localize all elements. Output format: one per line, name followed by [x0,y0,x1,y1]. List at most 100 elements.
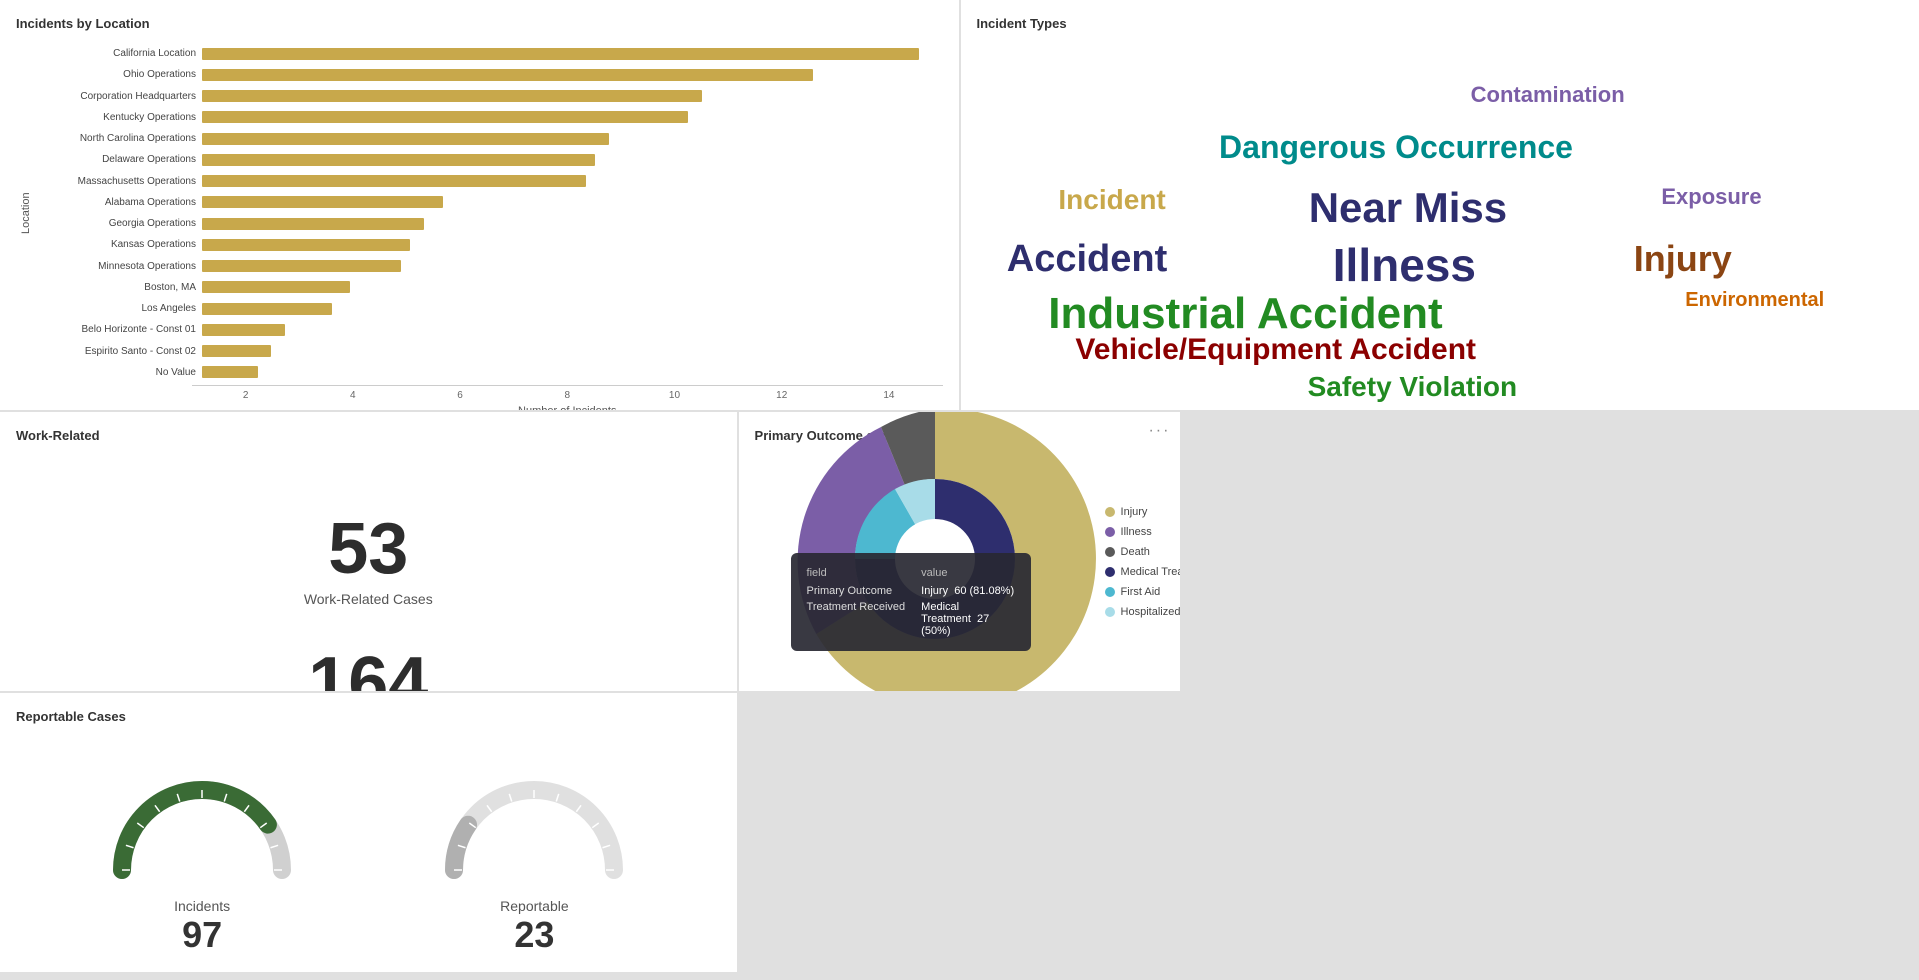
bar-row: Delaware Operations [32,151,943,168]
bottom-row: Reportable Cases [0,412,1919,972]
incidents-gauge-svg [102,760,302,890]
bar-fill [202,260,401,272]
word-cloud-word: Vehicle/Equipment Accident [1075,333,1476,367]
y-axis-label: Location [16,45,32,381]
bar-row: Georgia Operations [32,215,943,232]
word-cloud-word: Safety Violation [1308,371,1518,403]
x-tick: 2 [192,390,299,401]
bar-label: Massachusetts Operations [32,176,202,187]
work-related-cases-block: 53 Work-Related Cases [16,453,721,627]
x-axis-label: Number of Incidents [192,405,943,410]
bar-label: Minnesota Operations [32,261,202,272]
incidents-gauge-wrapper: Incidents 97 [92,760,312,956]
bar-fill [202,48,919,60]
word-cloud-word: Exposure [1661,184,1761,210]
bar-fill [202,69,813,81]
bar-track [202,111,943,123]
bar-fill [202,111,688,123]
bar-label: Alabama Operations [32,197,202,208]
work-related-cases-value: 53 [328,513,408,585]
legend-dot [1105,567,1115,577]
bar-track [202,345,943,357]
bar-track [202,133,943,145]
bar-fill [202,218,424,230]
days-away-block: 164 Total Days Away FromWork [16,627,721,691]
days-away-value: 164 [308,647,428,691]
bar-label: No Value [32,367,202,378]
bar-row: Ohio Operations [32,66,943,83]
bar-row: Los Angeles [32,300,943,317]
bar-chart-container: Location California Location Ohio Operati… [16,41,943,381]
legend-dot [1105,587,1115,597]
bar-row: Alabama Operations [32,194,943,211]
bar-row: North Carolina Operations [32,130,943,147]
bar-fill [202,281,350,293]
bar-fill [202,366,258,378]
bar-row: Boston, MA [32,279,943,296]
reportable-gauge-value: 23 [514,914,554,956]
bar-track [202,281,943,293]
word-cloud-word: Illness [1333,238,1476,292]
legend-label: Death [1121,546,1150,558]
reportable-gauge-svg [434,760,634,890]
incident-types-panel: Incident Types ContaminationDangerous Oc… [961,0,1919,410]
word-cloud-word: Dangerous Occurrence [1219,129,1573,166]
legend-item: Medical Treatment [1105,566,1181,578]
reportable-gauge-wrapper: Reportable 23 [424,760,644,956]
gauges-container: Incidents 97 [16,734,721,972]
bar-label: Corporation Headquarters [32,91,202,102]
bar-label: Los Angeles [32,303,202,314]
bar-track [202,260,943,272]
legend-item: Death [1105,546,1181,558]
panel-menu-button[interactable]: ··· [1148,422,1170,440]
bar-row: California Location [32,45,943,62]
bar-track [202,324,943,336]
legend-item: Illness [1105,526,1181,538]
legend-label: First Aid [1121,586,1161,598]
bar-row: Corporation Headquarters [32,88,943,105]
bar-fill [202,90,702,102]
bar-fill [202,303,332,315]
legend-label: Medical Treatment [1121,566,1181,578]
bar-track [202,366,943,378]
word-cloud-word: Accident [1007,238,1167,281]
bar-fill [202,324,285,336]
legend-label: Hospitalized [1121,606,1181,618]
legend-item: Hospitalized [1105,606,1181,618]
bar-fill [202,133,609,145]
x-tick: 8 [514,390,621,401]
word-cloud-word: Contamination [1471,82,1625,108]
legend-label: Injury [1121,506,1148,518]
x-tick: 14 [835,390,942,401]
word-cloud-word: Near Miss [1309,184,1507,232]
donut-and-tooltip: field value Primary Outcome Injury 60 (8… [765,412,1105,691]
bar-fill [202,196,443,208]
donut-container: field value Primary Outcome Injury 60 (8… [755,453,1165,670]
work-related-panel: Work-Related 53 Work-Related Cases 164 T… [0,412,737,691]
bar-track [202,239,943,251]
bar-track [202,154,943,166]
bar-row: Belo Horizonte - Const 01 [32,321,943,338]
x-tick: 4 [299,390,406,401]
legend-label: Illness [1121,526,1152,538]
bar-track [202,303,943,315]
primary-outcome-panel: Primary Outcome and Treatment Received ·… [739,412,1181,691]
bar-label: Delaware Operations [32,154,202,165]
word-cloud: ContaminationDangerous OccurrenceInciden… [977,41,1904,381]
bar-track [202,69,943,81]
bar-label: Boston, MA [32,282,202,293]
bar-label: North Carolina Operations [32,133,202,144]
dashboard: Incidents by Location Location Californi… [0,0,1919,980]
x-tick: 6 [406,390,513,401]
legend-dot [1105,507,1115,517]
bar-row: Kansas Operations [32,236,943,253]
bar-label: Espirito Santo - Const 02 [32,346,202,357]
bar-row: Espirito Santo - Const 02 [32,343,943,360]
bar-label: Ohio Operations [32,69,202,80]
bar-label: Belo Horizonte - Const 01 [32,324,202,335]
bar-track [202,196,943,208]
bar-label: California Location [32,48,202,59]
x-axis: 2468101214 [192,385,943,401]
bar-fill [202,345,271,357]
word-cloud-word: Injury [1634,238,1732,280]
